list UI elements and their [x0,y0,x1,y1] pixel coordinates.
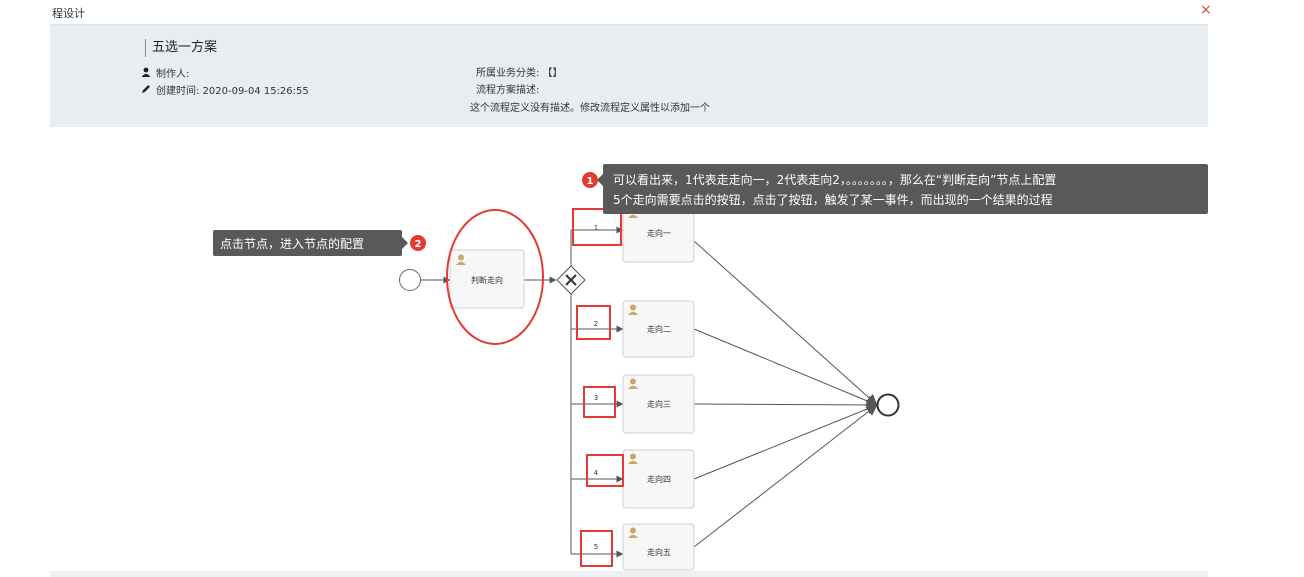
created-time-line: 创建时间: 2020-09-04 15:26:55 [140,84,309,99]
flow-label-1: 1 [594,224,598,232]
flow-label-5: 5 [594,543,598,551]
description-label: 流程方案描述: [476,85,540,96]
annotation-2: 点击节点，进入节点的配置 2 [213,230,426,256]
flow-to-end-4 [693,403,878,480]
created-time-label: 创建时间: 2020-09-04 15:26:55 [156,86,309,97]
annotation-1-number: 1 [587,176,594,187]
pencil-icon [140,84,151,99]
author-line: 制作人: [140,67,189,82]
scheme-name: 五选一方案 [145,39,217,57]
branch-task-label: 走向一 [647,228,671,238]
decision-task-label: 判断走向 [471,275,503,285]
flow-label-2: 2 [594,320,598,328]
flow-to-end-5 [693,404,878,548]
annotation-1-line-2: 5个走向需要点击的按钮，点击了按钮，触发了某一事件，而出现的一个结果的过程 [613,192,1053,207]
end-event[interactable] [876,393,900,417]
annotation-2-number: 2 [415,239,422,250]
branch-task-node-5[interactable]: 走向五 [622,523,695,571]
author-label: 制作人: [156,69,190,80]
branch-task-label: 走向三 [647,399,671,409]
description-text: 这个流程定义没有描述。修改流程定义属性以添加一个 [470,103,710,114]
user-icon [140,67,151,82]
annotation-2-text: 点击节点，进入节点的配置 [220,236,364,251]
exclusive-gateway[interactable] [556,265,586,295]
title-bar: 程设计 × [50,0,1212,24]
flow-label-3: 3 [594,394,598,402]
window-title: 程设计 [52,7,85,20]
annotation-2-pointer [402,237,408,249]
branch-task-label: 走向五 [647,547,671,557]
flow-to-end-1 [693,240,878,406]
flow-to-end-2 [693,328,878,407]
process-diagram: 1 2 3 4 5 判断走向 走向一走向二走向三走向四走向五 可以看出来，1代表走走向一… [213,164,1208,571]
annotation-1-line-1: 可以看出来，1代表走走向一，2代表走向2，。。。。。。。，那么在“判断走向”节点… [613,172,1056,187]
process-design-window: 程设计 × 五选一方案 制作人: 创建时间: 2020-09-04 15:26:… [0,0,1304,577]
branch-task-label: 走向二 [647,324,671,334]
close-button[interactable]: × [1200,2,1212,18]
branch-task-label: 走向四 [647,474,671,484]
branch-task-node-3[interactable]: 走向三 [622,374,695,434]
flow-label-highlight-3 [583,386,616,418]
category-label: 所属业务分类: 【】 [476,68,563,79]
branch-task-node-4[interactable]: 走向四 [622,449,695,509]
decision-task-node[interactable]: 判断走向 [449,249,525,309]
flow-label-4: 4 [594,469,599,477]
annotation-1: 可以看出来，1代表走走向一，2代表走向2，。。。。。。。，那么在“判断走向”节点… [582,164,1208,214]
start-event[interactable] [399,269,421,291]
scheme-info-panel: 五选一方案 制作人: 创建时间: 2020-09-04 15:26:55 所属业… [50,24,1208,127]
flow-to-end-3 [693,399,878,411]
flow-label-highlight-4 [586,454,624,487]
bottom-toolbar-strip [50,571,1208,577]
branch-task-node-2[interactable]: 走向二 [622,300,695,358]
